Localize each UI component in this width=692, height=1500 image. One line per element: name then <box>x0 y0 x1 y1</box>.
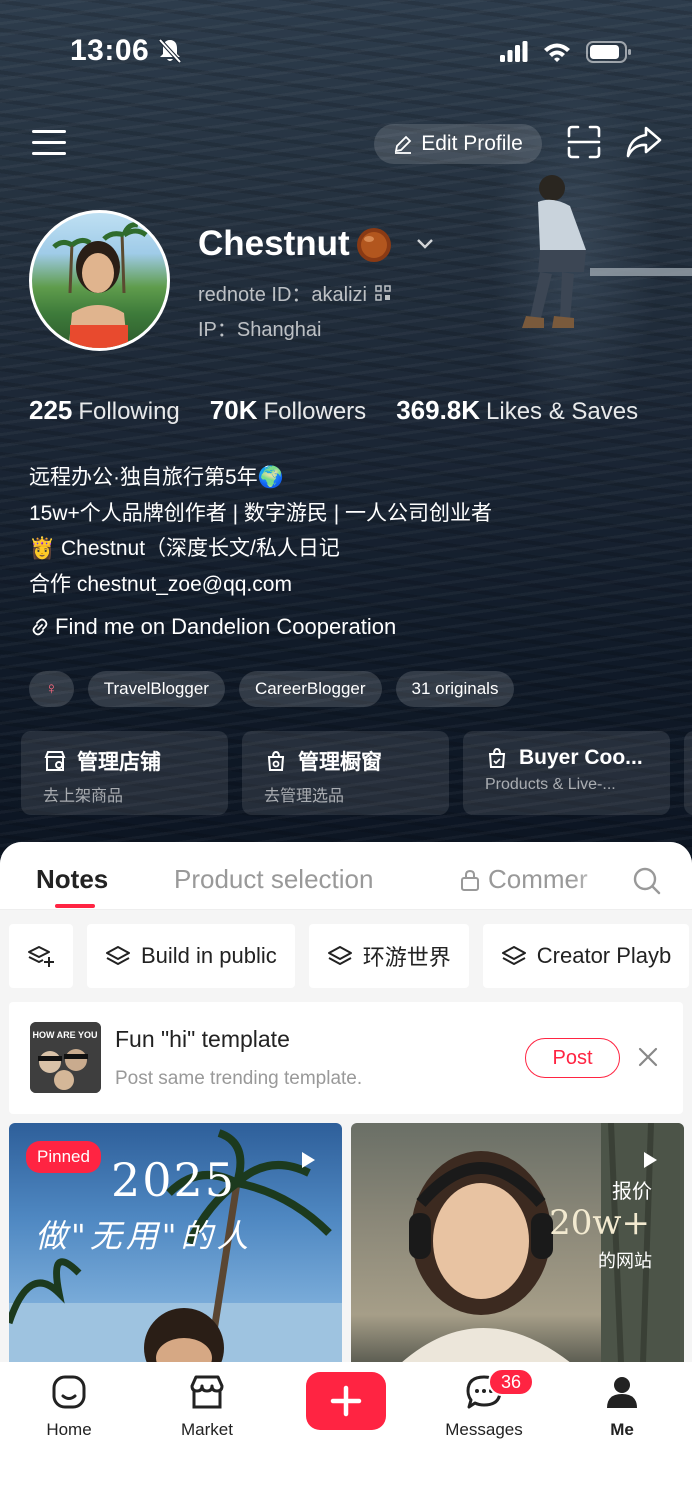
rednote-id-text: rednote ID：akalizi <box>198 284 367 306</box>
ip-location: IP：Shanghai <box>198 319 322 341</box>
user-icon <box>607 1377 637 1408</box>
add-collection-icon <box>28 946 54 967</box>
stat-likes-saves[interactable]: 369.8K Likes & Saves <box>396 395 638 426</box>
card-manage-store[interactable]: 管理店铺 去上架商品 <box>21 731 228 815</box>
layers-icon <box>501 946 526 965</box>
add-collection-button[interactable] <box>9 924 73 988</box>
battery-icon <box>586 41 631 63</box>
cooperation-link[interactable]: Find me on Dandelion Cooperation <box>29 614 396 640</box>
chevron-down-icon[interactable] <box>416 238 434 250</box>
card-manage-showcase[interactable]: 管理橱窗 去管理选品 <box>242 731 449 815</box>
profile-bio: 远程办公·独自旅行第5年🌍 15w+个人品牌创作者 | 数字游民 | 一人公司创… <box>29 460 492 602</box>
content-tabs: Notes Product selection Commer <box>0 842 692 910</box>
post-button[interactable]: Post <box>525 1038 620 1078</box>
status-icons <box>500 40 632 64</box>
profile-stats: 225 Following 70K Followers 369.8K Likes & … <box>29 395 638 426</box>
post-image-portrait <box>401 1123 684 1363</box>
profile-top-bar: Edit Profile <box>0 120 692 168</box>
clock: 13:06 <box>70 34 150 67</box>
bio-line: 远程办公·独自旅行第5年🌍 <box>29 466 284 489</box>
plus-icon <box>330 1385 362 1417</box>
tab-commerce[interactable]: Commer <box>460 864 588 895</box>
close-icon[interactable] <box>637 1046 659 1068</box>
chip-build-in-public[interactable]: Build in public <box>87 924 295 988</box>
lock-icon <box>461 869 479 891</box>
bag-icon <box>267 750 285 771</box>
template-thumbnail-art: HOW ARE YOU <box>30 1022 101 1093</box>
market-icon <box>190 1375 224 1409</box>
post-overlay-year: 2025 <box>111 1153 237 1207</box>
post-overlay-line1: 报价 <box>612 1179 652 1203</box>
card-peek <box>684 731 692 815</box>
layers-icon <box>327 946 352 965</box>
chestnut-emoji-icon <box>356 228 391 262</box>
messages-badge: 36 <box>488 1368 534 1396</box>
play-icon <box>644 1152 657 1168</box>
creator-cards: 管理店铺 去上架商品 管理橱窗 去管理选品 Buyer Coo... Produ… <box>21 731 692 815</box>
pencil-icon <box>395 135 412 154</box>
bio-line: 15w+个人品牌创作者 | 数字游民 | 一人公司创业者 <box>29 501 493 525</box>
pinned-badge: Pinned <box>26 1141 101 1173</box>
template-subtitle: Post same trending template. <box>115 1068 363 1089</box>
template-prompt: HOW ARE YOU Fun "hi" template Post same … <box>9 1002 683 1114</box>
nav-home[interactable]: Home <box>19 1370 119 1440</box>
share-icon[interactable] <box>624 124 664 160</box>
edit-profile-button[interactable]: Edit Profile <box>374 124 542 164</box>
chip-creator-playbook[interactable]: Creator Playb <box>482 924 690 988</box>
avatar-photo <box>52 222 148 348</box>
wifi-icon <box>544 43 570 62</box>
card-buyer-cooperation[interactable]: Buyer Coo... Products & Live-... <box>463 731 670 815</box>
avatar[interactable] <box>29 210 170 351</box>
collection-chips: Build in public 环游世界 Creator Playb <box>9 924 690 988</box>
post-overlay-title: 做"无用"的人 <box>35 1217 253 1255</box>
profile-name: Chestnut <box>198 224 434 264</box>
stat-following[interactable]: 225 Following <box>29 395 180 426</box>
tag-originals[interactable]: 31 originals <box>395 671 515 707</box>
template-thumb-text: HOW ARE YOU <box>32 1030 97 1040</box>
scan-icon[interactable] <box>566 124 602 160</box>
chip-travel-world[interactable]: 环游世界 <box>308 924 469 988</box>
profile-screen: 13:06 Edit Profile Chestnut rednote ID：a… <box>0 0 692 1500</box>
tab-product-selection[interactable]: Product selection <box>174 864 373 895</box>
tag-career-blogger[interactable]: CareerBlogger <box>238 671 382 707</box>
post-overlay-line2: 20w+ <box>549 1203 650 1243</box>
bio-line: 合作 chestnut_zoe@qq.com <box>29 572 292 596</box>
tag-travel-blogger[interactable]: TravelBlogger <box>87 671 225 707</box>
template-title: Fun "hi" template <box>115 1026 290 1052</box>
post-card-website[interactable]: 报价 20w+ 的网站 <box>351 1123 684 1363</box>
active-tab-indicator <box>55 904 95 908</box>
tag-gender: ♀ <box>29 671 74 707</box>
rednote-id[interactable]: rednote ID：akalizi <box>198 278 391 307</box>
layers-icon <box>106 946 130 965</box>
qr-code-icon[interactable] <box>375 284 391 301</box>
post-card-pinned[interactable]: Pinned 2025 做"无用"的人 <box>9 1123 342 1363</box>
profile-tags: ♀ TravelBlogger CareerBlogger 31 origina… <box>29 671 515 707</box>
stat-followers[interactable]: 70K Followers <box>210 395 366 426</box>
profile-name-text: Chestnut <box>198 224 350 263</box>
bottom-nav: Home Market Messages 36 Me <box>0 1362 692 1500</box>
bell-off-icon <box>158 38 182 64</box>
post-overlay-line3: 的网站 <box>598 1251 652 1272</box>
link-icon <box>32 618 48 636</box>
tab-fade <box>570 842 630 909</box>
bag-icon <box>488 747 506 768</box>
menu-icon[interactable] <box>32 130 66 158</box>
nav-me[interactable]: Me <box>572 1370 672 1440</box>
store-icon <box>44 751 66 771</box>
background-figure <box>522 175 692 328</box>
tab-notes[interactable]: Notes <box>36 864 108 895</box>
nav-market[interactable]: Market <box>157 1370 257 1440</box>
create-post-button[interactable] <box>306 1372 386 1430</box>
bio-line: 👸 Chestnut（深度长文/私人日记 <box>29 537 340 560</box>
home-icon <box>52 1375 86 1409</box>
template-thumbnail: HOW ARE YOU <box>30 1022 101 1093</box>
edit-profile-label: Edit Profile <box>421 132 523 155</box>
cooperation-link-text: Find me on Dandelion Cooperation <box>55 614 397 639</box>
search-icon[interactable] <box>632 866 662 896</box>
play-icon <box>302 1152 315 1168</box>
status-bar: 13:06 <box>0 34 692 74</box>
signal-icon <box>500 41 528 62</box>
